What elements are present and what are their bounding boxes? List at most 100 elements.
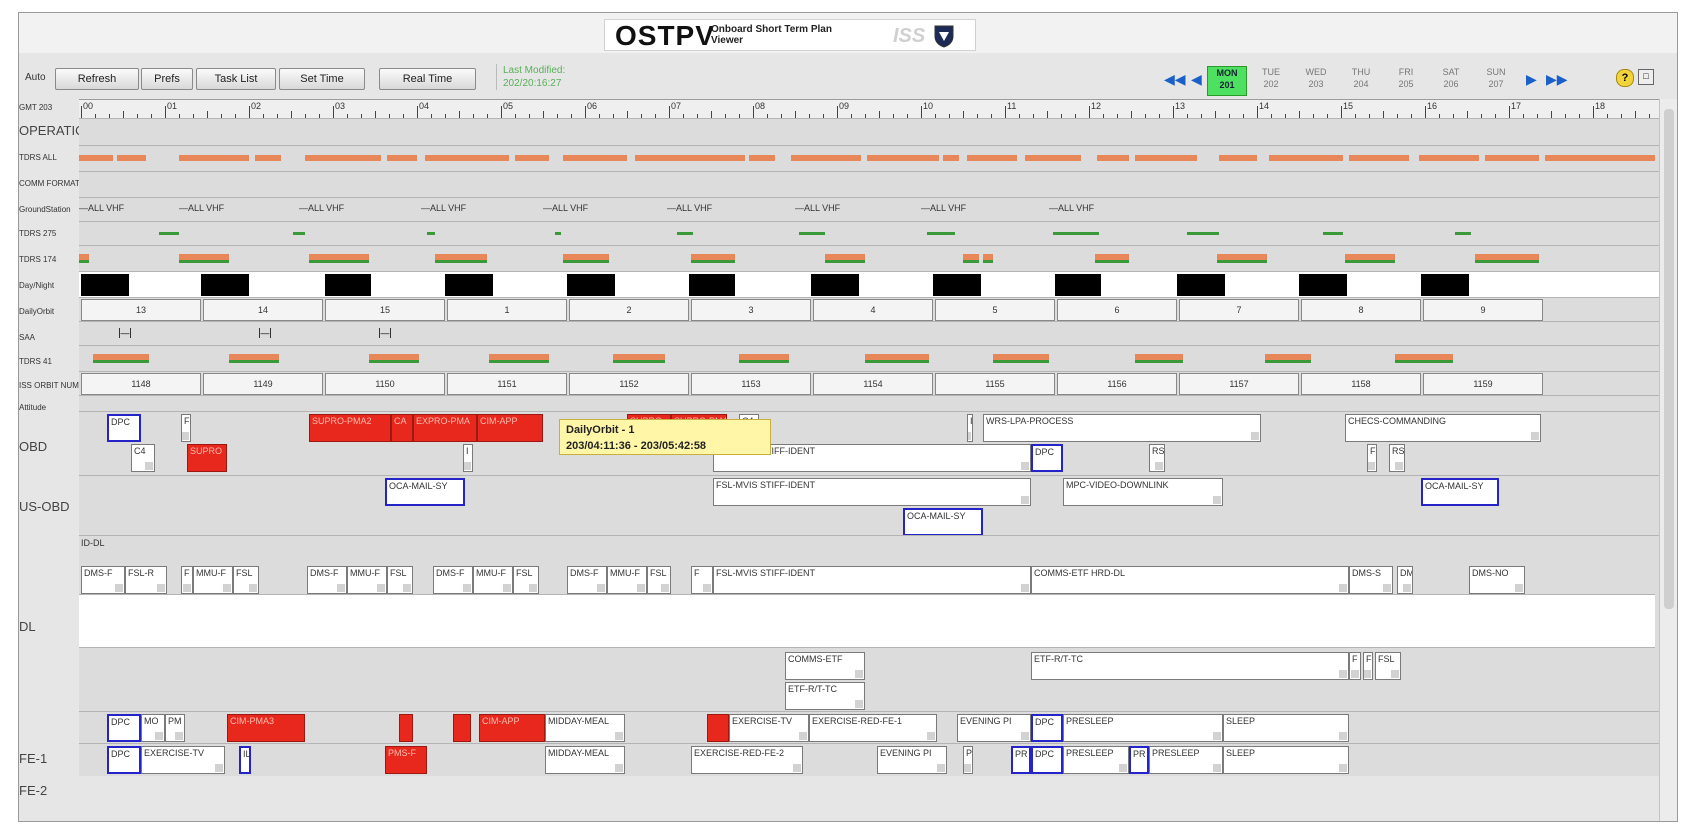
activity-fe1[interactable]: EXERCISE-TV: [729, 714, 809, 742]
activity-fe1[interactable]: PRESLEEP: [1063, 714, 1223, 742]
activity-obd2[interactable]: RS: [1149, 444, 1165, 472]
double-right-arrow-icon[interactable]: ▶▶: [1546, 71, 1568, 88]
iss-orbit-cell: 1148: [81, 373, 201, 395]
activity-dl2[interactable]: F: [1349, 652, 1361, 680]
day-thu[interactable]: THU 204: [1342, 66, 1380, 94]
activity-fe1[interactable]: EXERCISE-RED-FE-1: [809, 714, 937, 742]
activity-fe1[interactable]: SLEEP: [1223, 714, 1349, 742]
activity-dl1[interactable]: FSL: [233, 566, 259, 594]
activity-dl1[interactable]: FSL: [647, 566, 671, 594]
activity-obd2[interactable]: F: [1367, 444, 1377, 472]
activity-fe1[interactable]: CIM-APP: [479, 714, 545, 742]
activity-dl1[interactable]: FSL: [513, 566, 539, 594]
activity-fe2[interactable]: PRESLEEP: [1063, 746, 1129, 774]
activity-dl1[interactable]: DMS-F: [81, 566, 125, 594]
activity-dl1[interactable]: DM: [1397, 566, 1413, 594]
activity-fe2[interactable]: PMS-F: [385, 746, 427, 774]
activity-obd1[interactable]: SUPRO-PMA2: [309, 414, 391, 442]
activity-fe1[interactable]: [399, 714, 413, 742]
activity-fe1[interactable]: CIM-PMA3: [227, 714, 305, 742]
activity-dl1[interactable]: FSL-R: [125, 566, 167, 594]
activity-fe2[interactable]: EVENING PI: [877, 746, 947, 774]
activity-usobd1[interactable]: MPC-VIDEO-DOWNLINK: [1063, 478, 1223, 506]
activity-obd2[interactable]: DPC: [1031, 444, 1063, 472]
activity-dl1[interactable]: DMS-F: [307, 566, 347, 594]
refresh-button[interactable]: Refresh: [55, 68, 139, 90]
day-mon[interactable]: MON 201: [1207, 66, 1247, 96]
activity-obd1[interactable]: F: [181, 414, 191, 442]
activity-usobd1[interactable]: OCA-MAIL-SY: [385, 478, 465, 506]
timeline: GMT 203 OPERATIONS TDRS ALL COMM FORMAT …: [19, 99, 1677, 821]
activity-dl1[interactable]: DMS-F: [567, 566, 607, 594]
tdrs-41-pass-tail: [1135, 360, 1183, 363]
activity-usobd1[interactable]: OCA-MAIL-SY: [1421, 478, 1499, 506]
activity-dl1[interactable]: FSL: [387, 566, 413, 594]
day-sat[interactable]: SAT 206: [1432, 66, 1470, 94]
activity-fe2[interactable]: PR: [1129, 746, 1149, 774]
task-list-button[interactable]: Task List: [196, 68, 276, 90]
activity-fe1[interactable]: [707, 714, 729, 742]
set-time-button[interactable]: Set Time: [279, 68, 365, 90]
activity-fe2[interactable]: EXERCISE-TV: [141, 746, 225, 774]
activity-dl1[interactable]: FSL-MVIS STIFF-IDENT: [713, 566, 1031, 594]
activity-dl1[interactable]: MMU-F: [473, 566, 513, 594]
activity-fe1[interactable]: MO: [141, 714, 165, 742]
activity-dl1[interactable]: DMS-NO: [1469, 566, 1525, 594]
activity-fe2[interactable]: SLEEP: [1223, 746, 1349, 774]
restore-icon[interactable]: □: [1638, 69, 1654, 85]
activity-obd1[interactable]: DPC: [107, 414, 141, 442]
activity-dl1[interactable]: MMU-F: [193, 566, 233, 594]
activity-obd2[interactable]: I: [463, 444, 473, 472]
day-tue[interactable]: TUE 202: [1252, 66, 1290, 94]
day-fri[interactable]: FRI 205: [1387, 66, 1425, 94]
activity-fe1[interactable]: EVENING PI: [957, 714, 1031, 742]
help-icon[interactable]: ?: [1616, 69, 1634, 87]
activity-dl2[interactable]: F: [1363, 652, 1373, 680]
activity-usobd2[interactable]: OCA-MAIL-SY: [903, 508, 983, 536]
activity-obd1[interactable]: CA: [391, 414, 413, 442]
activity-fe2[interactable]: PR: [1011, 746, 1031, 774]
activity-obd1[interactable]: CHECS-COMMANDING: [1345, 414, 1541, 442]
activity-dl1[interactable]: MMU-F: [347, 566, 387, 594]
activity-fe1[interactable]: PM: [165, 714, 185, 742]
activity-fe2[interactable]: EXERCISE-RED-FE-2: [691, 746, 803, 774]
activity-obd1[interactable]: CIM-APP: [477, 414, 543, 442]
activity-obd1[interactable]: I: [967, 414, 973, 442]
activity-fe2[interactable]: PR: [963, 746, 973, 774]
activity-obd2[interactable]: SUPRO: [187, 444, 227, 472]
activity-usobd1[interactable]: FSL-MVIS STIFF-IDENT: [713, 478, 1031, 506]
activity-fe2[interactable]: DPC: [107, 746, 141, 774]
iss-orbit-cell: 1152: [569, 373, 689, 395]
prefs-button[interactable]: Prefs: [141, 68, 193, 90]
activity-fe2[interactable]: DPC: [1031, 746, 1063, 774]
activity-dl1[interactable]: MMU-F: [607, 566, 647, 594]
activity-fe2[interactable]: MIDDAY-MEAL: [545, 746, 625, 774]
activity-fe1[interactable]: [453, 714, 471, 742]
activity-obd2[interactable]: RS: [1389, 444, 1405, 472]
left-arrow-icon[interactable]: ◀: [1191, 71, 1202, 88]
activity-obd1[interactable]: WRS-LPA-PROCESS: [983, 414, 1261, 442]
double-left-arrow-icon[interactable]: ◀◀: [1164, 71, 1186, 88]
activity-fe1[interactable]: DPC: [107, 714, 141, 742]
real-time-button[interactable]: Real Time: [379, 68, 476, 90]
activity-dl1[interactable]: F: [691, 566, 713, 594]
vertical-scrollbar[interactable]: [1659, 99, 1677, 821]
activity-dl1[interactable]: COMMS-ETF HRD-DL: [1031, 566, 1349, 594]
activity-obd1[interactable]: EXPRO-PMA: [413, 414, 477, 442]
activity-dl1[interactable]: F: [181, 566, 193, 594]
activity-fe2[interactable]: PRESLEEP: [1149, 746, 1223, 774]
day-sun[interactable]: SUN 207: [1477, 66, 1515, 94]
activity-fe2[interactable]: IL: [239, 746, 251, 774]
activity-dl2[interactable]: FSL: [1375, 652, 1401, 680]
activity-dl2[interactable]: COMMS-ETF: [785, 652, 865, 680]
activity-dl1[interactable]: DMS-F: [433, 566, 473, 594]
activity-dl2[interactable]: ETF-R/T-TC: [1031, 652, 1349, 680]
day-wed[interactable]: WED 203: [1297, 66, 1335, 94]
activity-fe1[interactable]: DPC: [1031, 714, 1063, 742]
scrollbar-thumb[interactable]: [1664, 109, 1674, 609]
activity-dl3[interactable]: ETF-R/T-TC: [785, 682, 865, 710]
activity-dl1[interactable]: DMS-S: [1349, 566, 1393, 594]
activity-fe1[interactable]: MIDDAY-MEAL: [545, 714, 625, 742]
right-arrow-icon[interactable]: ▶: [1526, 71, 1537, 88]
activity-obd2[interactable]: C4: [131, 444, 155, 472]
